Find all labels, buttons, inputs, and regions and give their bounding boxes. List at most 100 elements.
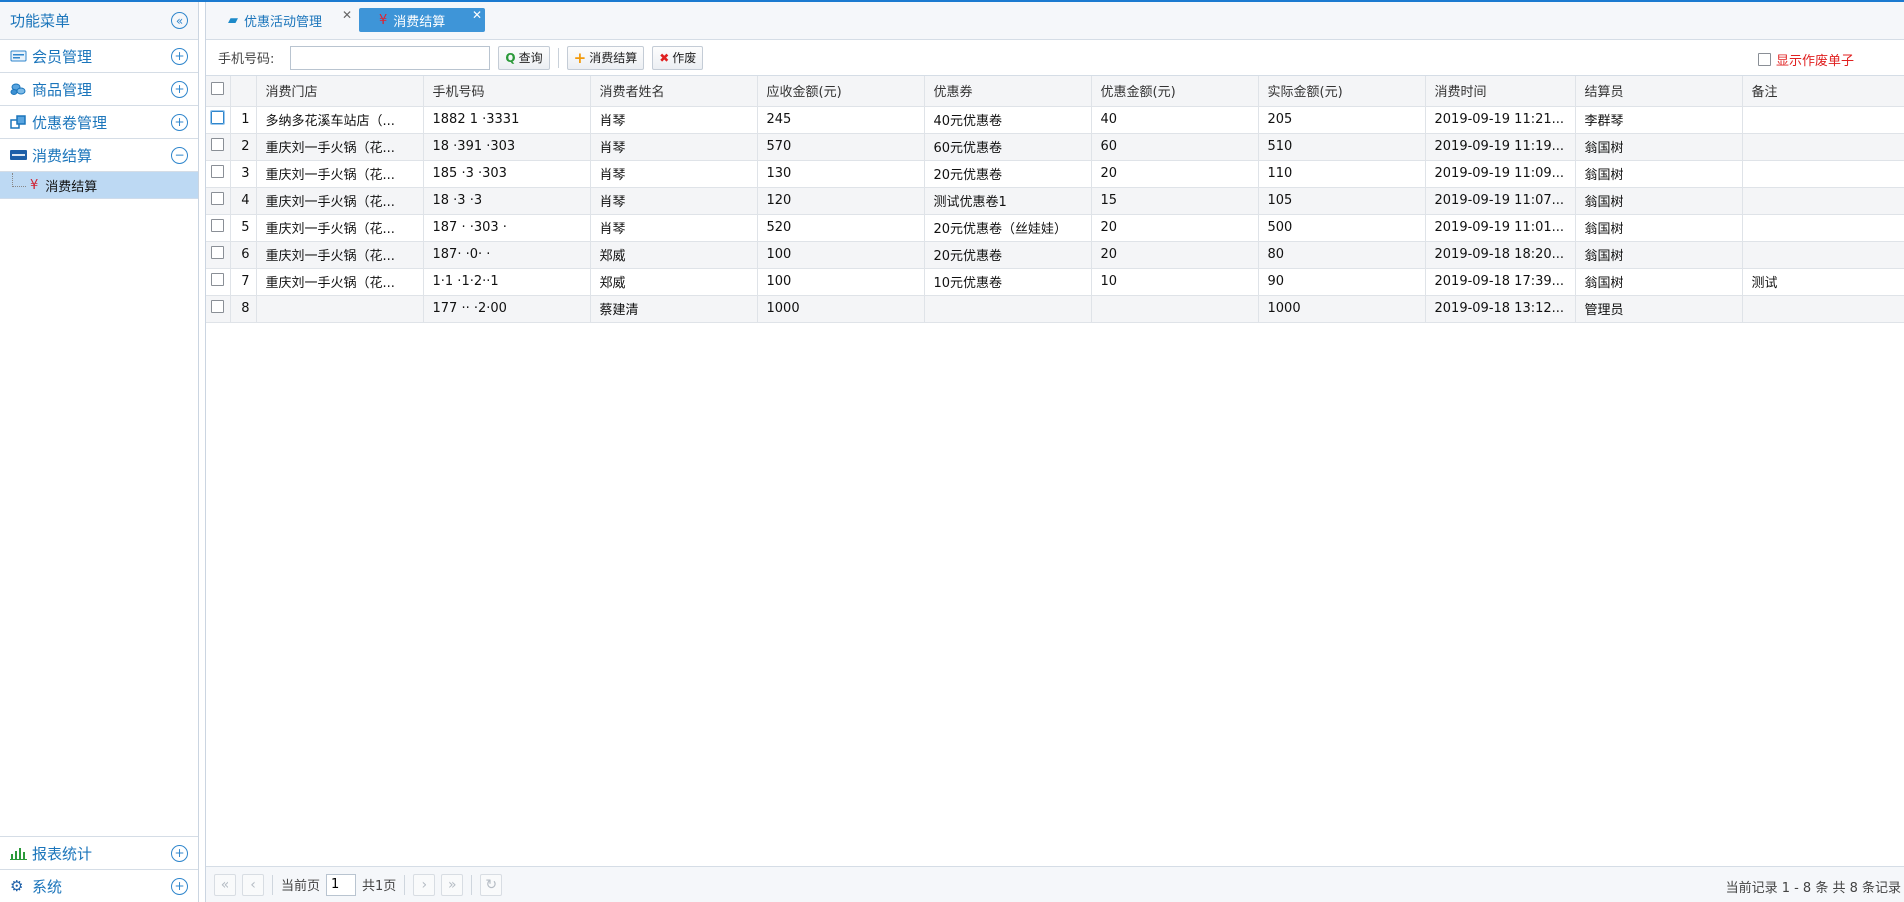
first-page-button[interactable]: « <box>214 873 236 896</box>
menu-group-settlement[interactable]: 消费结算 − <box>0 139 198 172</box>
cell-phone: 1·1 ·1·2··1 <box>423 268 591 296</box>
menu-group-system[interactable]: ⚙ 系统 + <box>0 869 198 902</box>
table-row[interactable]: 8 177 ·· ·2·00 蔡建清 1000 1000 2019-09-18 … <box>206 295 1904 323</box>
cell-store: 多纳多花溪车站店（... <box>256 106 424 134</box>
expand-icon[interactable]: + <box>171 113 188 131</box>
row-checkbox[interactable] <box>210 110 226 125</box>
table-row[interactable]: 4 重庆刘一手火锅（花... 18 ·3 ·3 肖琴 120 测试优惠卷1 15… <box>206 187 1904 215</box>
main-panel: ▰ 优惠活动管理 ✕ ¥ 消费结算 ✕ 手机号码: Q 查询 + 消费结算 ✖ … <box>205 2 1904 902</box>
cell-store: 重庆刘一手火锅（花... <box>256 160 424 188</box>
table-row[interactable]: 1 多纳多花溪车站店（... 1882 1 ·3331 肖琴 245 40元优惠… <box>206 106 1904 134</box>
table-row[interactable]: 6 重庆刘一手火锅（花... 187· ·0· · 郑威 100 20元优惠卷 … <box>206 241 1904 269</box>
toolbar-divider <box>557 47 559 68</box>
menu-subitem-settlement[interactable]: ¥ 消费结算 <box>0 172 198 199</box>
row-checkbox[interactable] <box>211 219 225 232</box>
row-checkbox-cell[interactable] <box>206 268 231 296</box>
row-checkbox[interactable] <box>211 138 225 151</box>
refresh-button[interactable]: ↻ <box>480 873 503 896</box>
tab-settlement[interactable]: ¥ 消费结算 ✕ <box>359 8 485 32</box>
next-page-button[interactable]: › <box>413 873 436 896</box>
row-number: 3 <box>230 160 257 188</box>
table-header-row: 消费门店 手机号码 消费者姓名 应收金额(元) 优惠券 优惠金额(元) 实际金额… <box>206 76 1904 107</box>
search-button[interactable]: Q 查询 <box>498 45 550 70</box>
row-checkbox-cell[interactable] <box>206 295 231 323</box>
cell-store: 重庆刘一手火锅（花... <box>256 187 424 215</box>
double-chevron-right-icon: » <box>448 876 457 893</box>
cell-due: 570 <box>757 133 925 161</box>
tab-label: 消费结算 <box>393 14 446 30</box>
sidebar-header: 功能菜单 « <box>0 2 198 40</box>
plus-icon: + <box>573 48 587 67</box>
column-header[interactable]: 优惠券 <box>924 76 1092 107</box>
column-header[interactable]: 消费门店 <box>256 76 424 107</box>
show-void-checkbox[interactable]: 显示作废单子 <box>1757 50 1854 69</box>
last-page-button[interactable]: » <box>441 873 464 896</box>
menu-group-member[interactable]: 会员管理 + <box>0 40 198 73</box>
row-checkbox[interactable] <box>211 165 225 178</box>
menu-group-report[interactable]: 报表统计 + <box>0 836 198 869</box>
row-number: 2 <box>230 133 257 161</box>
row-checkbox-cell[interactable] <box>206 106 231 134</box>
column-header[interactable]: 应收金额(元) <box>757 76 925 107</box>
bar-chart-icon <box>10 848 27 860</box>
close-icon[interactable]: ✕ <box>342 8 352 22</box>
tab-coupon-activity[interactable]: ▰ 优惠活动管理 ✕ <box>220 8 355 32</box>
column-header[interactable]: 备注 <box>1742 76 1904 107</box>
void-button[interactable]: ✖ 作废 <box>652 45 704 70</box>
table-row[interactable]: 3 重庆刘一手火锅（花... 185 ·3 ·303 肖琴 130 20元优惠卷… <box>206 160 1904 188</box>
expand-icon[interactable]: + <box>171 80 188 98</box>
cell-phone: 18 ·3 ·3 <box>423 187 591 215</box>
collapse-icon[interactable]: − <box>171 146 188 164</box>
select-all-cell[interactable] <box>206 76 231 107</box>
menu-group-product[interactable]: 商品管理 + <box>0 73 198 106</box>
phone-input[interactable] <box>290 45 491 70</box>
cell-store <box>256 295 424 323</box>
select-all-checkbox[interactable] <box>211 82 225 96</box>
cell-discount: 60 <box>1091 133 1259 161</box>
paypal-icon <box>10 150 27 160</box>
cell-note <box>1742 106 1904 134</box>
column-header[interactable]: 实际金额(元) <box>1258 76 1426 107</box>
column-header[interactable]: 优惠金额(元) <box>1091 76 1259 107</box>
row-checkbox[interactable] <box>211 273 225 286</box>
table-row[interactable]: 2 重庆刘一手火锅（花... 18 ·391 ·303 肖琴 570 60元优惠… <box>206 133 1904 161</box>
tab-bar: ▰ 优惠活动管理 ✕ ¥ 消费结算 ✕ <box>206 2 1904 40</box>
menu-group-coupon[interactable]: 优惠卷管理 + <box>0 106 198 139</box>
row-checkbox-cell[interactable] <box>206 133 231 161</box>
expand-icon[interactable]: + <box>171 877 188 895</box>
settlement-table: 消费门店 手机号码 消费者姓名 应收金额(元) 优惠券 优惠金额(元) 实际金额… <box>206 76 1904 323</box>
row-checkbox-cell[interactable] <box>206 187 231 215</box>
cell-time: 2019-09-19 11:07... <box>1425 187 1576 215</box>
cell-time: 2019-09-19 11:21... <box>1425 106 1576 134</box>
cell-actual: 500 <box>1258 214 1426 242</box>
expand-icon[interactable]: + <box>171 47 188 65</box>
cell-note: 测试 <box>1742 268 1904 296</box>
column-header[interactable]: 手机号码 <box>423 76 591 107</box>
close-icon[interactable]: ✕ <box>472 8 482 22</box>
cell-time: 2019-09-19 11:01... <box>1425 214 1576 242</box>
column-header[interactable]: 消费时间 <box>1425 76 1576 107</box>
row-checkbox-cell[interactable] <box>206 214 231 242</box>
prev-page-button[interactable]: ‹ <box>242 873 264 896</box>
search-icon: Q <box>505 50 516 65</box>
row-checkbox[interactable] <box>211 300 225 313</box>
coupon-icon <box>10 115 26 129</box>
row-checkbox-cell[interactable] <box>206 160 231 188</box>
table-row[interactable]: 7 重庆刘一手火锅（花... 1·1 ·1·2··1 郑威 100 10元优惠卷… <box>206 268 1904 296</box>
expand-icon[interactable]: + <box>171 844 188 862</box>
row-checkbox-cell[interactable] <box>206 241 231 269</box>
cell-due: 120 <box>757 187 925 215</box>
row-checkbox[interactable] <box>211 192 225 205</box>
cell-due: 100 <box>757 241 925 269</box>
pager: « ‹ 当前页 共1页 › » ↻ 当前记录 1 - 8 条 共 8 条记录 <box>206 866 1904 902</box>
page-number-input[interactable] <box>326 873 357 896</box>
sidebar-bottom: 报表统计 + ⚙ 系统 + <box>0 836 198 902</box>
settle-button[interactable]: + 消费结算 <box>566 45 645 70</box>
column-header[interactable]: 结算员 <box>1575 76 1743 107</box>
row-checkbox[interactable] <box>211 246 225 259</box>
collapse-sidebar-button[interactable]: « <box>171 12 188 29</box>
checkbox[interactable] <box>1757 53 1771 66</box>
column-header[interactable]: 消费者姓名 <box>590 76 758 107</box>
table-row[interactable]: 5 重庆刘一手火锅（花... 187 · ·303 · 肖琴 520 20元优惠… <box>206 214 1904 242</box>
book-icon: ▰ <box>228 12 238 28</box>
